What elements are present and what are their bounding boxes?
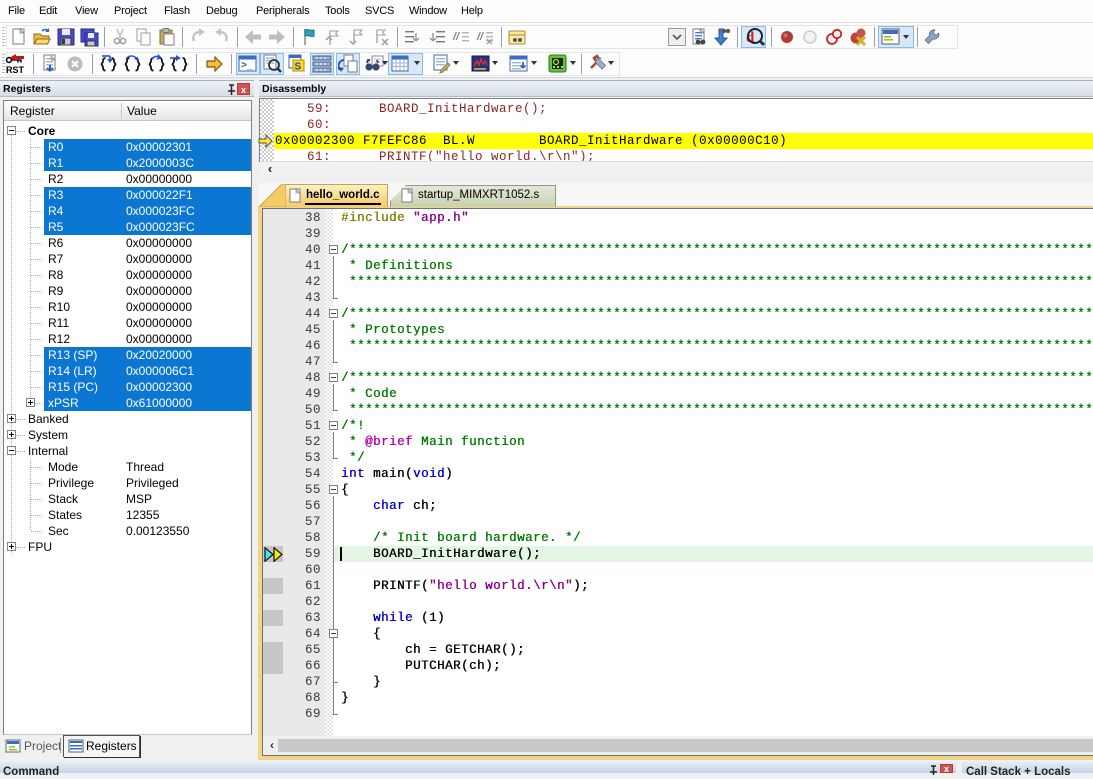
svg-text://: // [476, 31, 485, 43]
svg-text:S: S [295, 62, 302, 73]
svg-text:>_: >_ [241, 60, 253, 71]
svg-text:RST: RST [6, 65, 25, 74]
svg-text://: // [452, 31, 461, 43]
